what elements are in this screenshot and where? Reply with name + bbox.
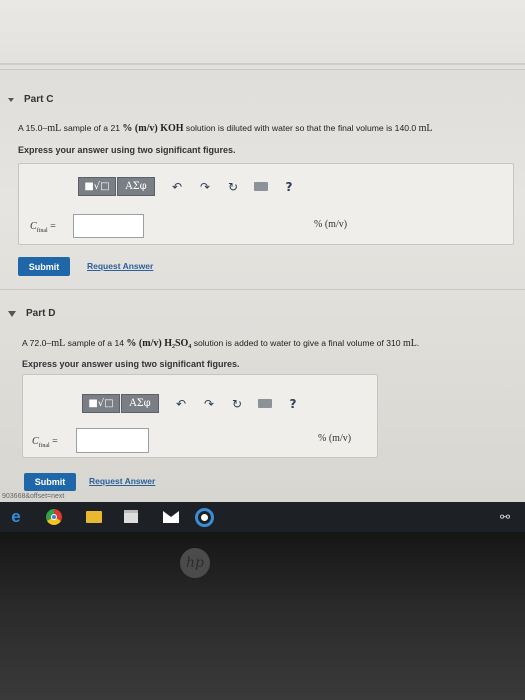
help-icon[interactable]: ?	[275, 180, 303, 194]
keyboard-icon[interactable]	[251, 397, 279, 411]
people-icon[interactable]: ⚯	[500, 509, 516, 525]
part-d-answer-input[interactable]	[76, 428, 149, 453]
edge-icon[interactable]: e	[8, 508, 24, 525]
status-url: 903668&offset=next	[2, 493, 65, 500]
undo-icon[interactable]: ↶	[167, 397, 195, 411]
part-d-submit-button[interactable]: Submit	[24, 473, 76, 491]
page-header-area	[0, 0, 525, 70]
part-d-variable: Cfinal =	[32, 436, 58, 449]
part-c-request-answer-link[interactable]: Request Answer	[87, 261, 153, 271]
part-d-unit: % (m/v)	[318, 433, 352, 444]
part-c-answer-input[interactable]	[73, 214, 144, 238]
part-c-header[interactable]: Part C	[8, 94, 53, 105]
keyboard-icon[interactable]	[247, 180, 275, 194]
part-d-header[interactable]: Part D	[8, 308, 55, 319]
symbols-button[interactable]: ΑΣφ	[117, 177, 155, 196]
part-c-question: A 15.0–mL sample of a 21 % (m/v) KOH sol…	[18, 123, 433, 134]
help-icon[interactable]: ?	[279, 397, 307, 411]
redo-icon[interactable]: ↷	[195, 397, 223, 411]
file-explorer-icon[interactable]	[86, 511, 102, 523]
reset-icon[interactable]: ↻	[223, 397, 251, 411]
collapse-caret-icon[interactable]	[8, 97, 14, 102]
hp-logo: hp	[180, 548, 210, 578]
redo-icon[interactable]: ↷	[191, 180, 219, 194]
collapse-caret-icon[interactable]	[8, 310, 16, 317]
part-d-title: Part D	[26, 308, 56, 319]
windows-taskbar: e ⚯	[0, 502, 525, 532]
part-c-toolbar: ■√□ ΑΣφ ↶ ↷ ↻ ?	[78, 177, 303, 196]
templates-button[interactable]: ■√□	[82, 394, 120, 413]
part-c-submit-button[interactable]: Submit	[18, 257, 70, 276]
laptop-bezel	[0, 532, 525, 700]
part-d-request-answer-link[interactable]: Request Answer	[89, 476, 155, 486]
part-d-toolbar: ■√□ ΑΣφ ↶ ↷ ↻ ?	[82, 394, 307, 413]
mail-icon[interactable]	[163, 511, 179, 523]
part-c-instruction: Express your answer using two significan…	[18, 145, 236, 155]
chrome-icon[interactable]	[46, 509, 62, 525]
templates-button[interactable]: ■√□	[78, 177, 116, 196]
part-d-question: A 72.0–mL sample of a 14 % (m/v) H₂SO₄ s…	[22, 338, 420, 349]
store-icon[interactable]	[124, 510, 138, 523]
browser-screen: Part C A 15.0–mL sample of a 21 % (m/v) …	[0, 0, 525, 502]
circle-app-icon[interactable]	[195, 508, 214, 527]
part-c-unit: % (m/v)	[314, 219, 348, 230]
symbols-button[interactable]: ΑΣφ	[121, 394, 159, 413]
part-d-instruction: Express your answer using two significan…	[22, 359, 240, 369]
part-c-title: Part C	[24, 94, 54, 105]
part-c-variable: Cfinal =	[30, 221, 56, 234]
part-divider	[0, 289, 525, 290]
undo-icon[interactable]: ↶	[163, 180, 191, 194]
reset-icon[interactable]: ↻	[219, 180, 247, 194]
